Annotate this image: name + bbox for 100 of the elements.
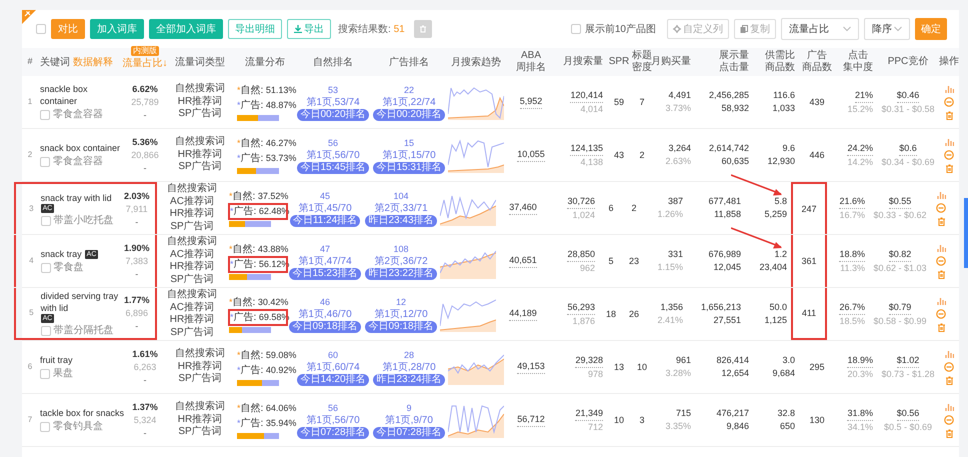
table-cell: 13 bbox=[614, 360, 624, 374]
keyword-type: SP广告词 bbox=[178, 373, 222, 386]
rank-link[interactable]: 56 bbox=[328, 402, 338, 414]
checkbox[interactable] bbox=[36, 24, 46, 34]
remove-icon bbox=[944, 96, 954, 106]
table-cell: 1,656,213 bbox=[700, 301, 741, 314]
rank-link[interactable]: 108 bbox=[393, 242, 409, 254]
toolbar-button[interactable]: 全部加入词库 bbox=[149, 19, 223, 39]
checkbox[interactable] bbox=[40, 157, 50, 167]
bar-chart-icon bbox=[944, 402, 954, 410]
column-header: 流量分布 bbox=[245, 56, 285, 70]
checkbox[interactable] bbox=[40, 369, 50, 379]
table-cell: 18.9% bbox=[847, 354, 873, 368]
keyword-type: AC推荐词 bbox=[170, 248, 214, 260]
rank-page-link[interactable]: 第1页,53/74 bbox=[306, 96, 360, 108]
table-cell: 4,014 bbox=[580, 102, 603, 116]
rank-page-link[interactable]: 第1页,12/70 bbox=[374, 308, 428, 320]
rank-link[interactable]: 56 bbox=[328, 136, 338, 148]
traffic-share: 5.36% bbox=[132, 136, 158, 148]
checkbox[interactable] bbox=[40, 110, 50, 120]
table-cell: 15.2% bbox=[847, 102, 873, 116]
table-cell: 361 bbox=[801, 254, 817, 268]
toolbar-button[interactable]: 导出明细 bbox=[228, 19, 282, 39]
rank-link[interactable]: 22 bbox=[404, 84, 414, 96]
table-cell: 44,189 bbox=[509, 307, 537, 321]
keyword-type: HR推荐词 bbox=[170, 208, 214, 220]
keyword-type: HR推荐词 bbox=[170, 314, 214, 326]
trash-icon bbox=[944, 428, 954, 438]
toolbar-button[interactable]: 对比 bbox=[51, 19, 85, 39]
sort-order-select[interactable]: 降序 bbox=[864, 18, 910, 40]
rank-time-badge: 今日09:18排名 bbox=[289, 320, 361, 332]
rank-link[interactable]: 9 bbox=[406, 402, 412, 414]
rank-link[interactable]: 15 bbox=[404, 136, 414, 148]
share-note: - bbox=[144, 108, 146, 122]
search-volume: 7,911 bbox=[126, 202, 148, 216]
table-cell: 2,614,742 bbox=[708, 142, 749, 155]
rank-page-link[interactable]: 第2页,36/72 bbox=[374, 254, 428, 268]
rank-page-link[interactable]: 第2页,33/71 bbox=[374, 202, 428, 214]
bar-chart-icon bbox=[944, 138, 954, 146]
bar-chart-icon bbox=[944, 84, 954, 92]
checkbox[interactable] bbox=[40, 263, 51, 273]
table-cell: 120,414 bbox=[570, 88, 603, 102]
rank-page-link[interactable]: 第1页,47/74 bbox=[298, 254, 352, 268]
confirm-button[interactable]: 确定 bbox=[915, 18, 947, 40]
rank-page-link[interactable]: 第1页,56/70 bbox=[306, 414, 360, 426]
table-cell: 26 bbox=[628, 308, 639, 320]
toolbar-button[interactable]: 加入词库 bbox=[90, 19, 144, 39]
rank-link[interactable]: 45 bbox=[320, 190, 330, 202]
search-volume: 5,324 bbox=[134, 414, 156, 426]
rank-page-link[interactable]: 第1页,15/70 bbox=[382, 148, 436, 162]
rank-link[interactable]: 53 bbox=[328, 84, 338, 96]
table-cell: 411 bbox=[802, 306, 816, 320]
bar-chart-icon bbox=[936, 244, 946, 252]
rank-page-link[interactable]: 第1页,9/70 bbox=[385, 414, 433, 426]
column-header: 月购买量 bbox=[651, 56, 691, 67]
rank-link[interactable]: 104 bbox=[393, 190, 409, 202]
remove-icon bbox=[936, 202, 946, 212]
rank-page-link[interactable]: 第1页,28/70 bbox=[382, 360, 436, 374]
table-cell: 1.26% bbox=[657, 208, 683, 221]
custom-columns-button[interactable]: 自定义列 bbox=[667, 19, 729, 39]
delete-button[interactable] bbox=[414, 20, 432, 38]
keyword-text: snackle box container bbox=[40, 83, 89, 107]
table-cell: 247 bbox=[801, 202, 817, 216]
table-cell: 5 bbox=[608, 254, 614, 268]
sort-field-select[interactable]: 流量占比 bbox=[781, 18, 859, 40]
rank-page-link[interactable]: 第1页,56/70 bbox=[306, 148, 360, 162]
traffic-distribution-text: *自然: 30.42% bbox=[229, 296, 287, 310]
rank-page-link[interactable]: 第1页,46/70 bbox=[298, 308, 352, 320]
rank-link[interactable]: 60 bbox=[328, 348, 338, 360]
checkbox[interactable] bbox=[40, 326, 51, 336]
data-explanation-link[interactable]: 数据解释 bbox=[73, 54, 113, 70]
table-cell: 3.73% bbox=[665, 102, 691, 115]
table-cell: 56,712 bbox=[517, 413, 545, 427]
rank-link[interactable]: 28 bbox=[404, 348, 414, 360]
keyword-translation: 带盖分隔托盘 bbox=[54, 324, 114, 336]
traffic-share: 1.77% bbox=[124, 294, 150, 306]
table-cell: 677,481 bbox=[708, 195, 741, 208]
table-cell: 56,293 bbox=[567, 300, 595, 314]
rank-link[interactable]: 47 bbox=[320, 242, 330, 254]
row-number: 6 bbox=[26, 361, 34, 373]
rank-page-link[interactable]: 第1页,45/70 bbox=[298, 202, 352, 214]
toolbar-button[interactable]: 导出 bbox=[287, 19, 331, 39]
rank-link[interactable]: 12 bbox=[396, 296, 406, 308]
row-number: 5 bbox=[28, 307, 35, 319]
copy-button[interactable]: 复制 bbox=[734, 19, 776, 39]
checkbox[interactable] bbox=[40, 422, 50, 432]
checkbox[interactable] bbox=[40, 216, 51, 226]
table-cell: 24.2% bbox=[847, 142, 873, 156]
chevron-down-icon bbox=[894, 26, 902, 32]
sortable-column-header[interactable]: 流量占比↓ bbox=[122, 56, 168, 70]
rank-page-link[interactable]: 第1页,22/74 bbox=[382, 96, 436, 108]
table-cell: $0.62 - $1.03 bbox=[873, 262, 927, 274]
table-cell: 3.35% bbox=[665, 420, 691, 433]
table-cell: 7 bbox=[639, 96, 644, 108]
keyword-type: SP广告词 bbox=[178, 426, 222, 439]
rank-link[interactable]: 46 bbox=[320, 296, 330, 308]
keyword-type: HR推荐词 bbox=[178, 148, 222, 160]
table-cell: $0.6 bbox=[899, 142, 917, 156]
rank-page-link[interactable]: 第1页,60/74 bbox=[306, 360, 360, 374]
checkbox[interactable] bbox=[570, 24, 581, 34]
